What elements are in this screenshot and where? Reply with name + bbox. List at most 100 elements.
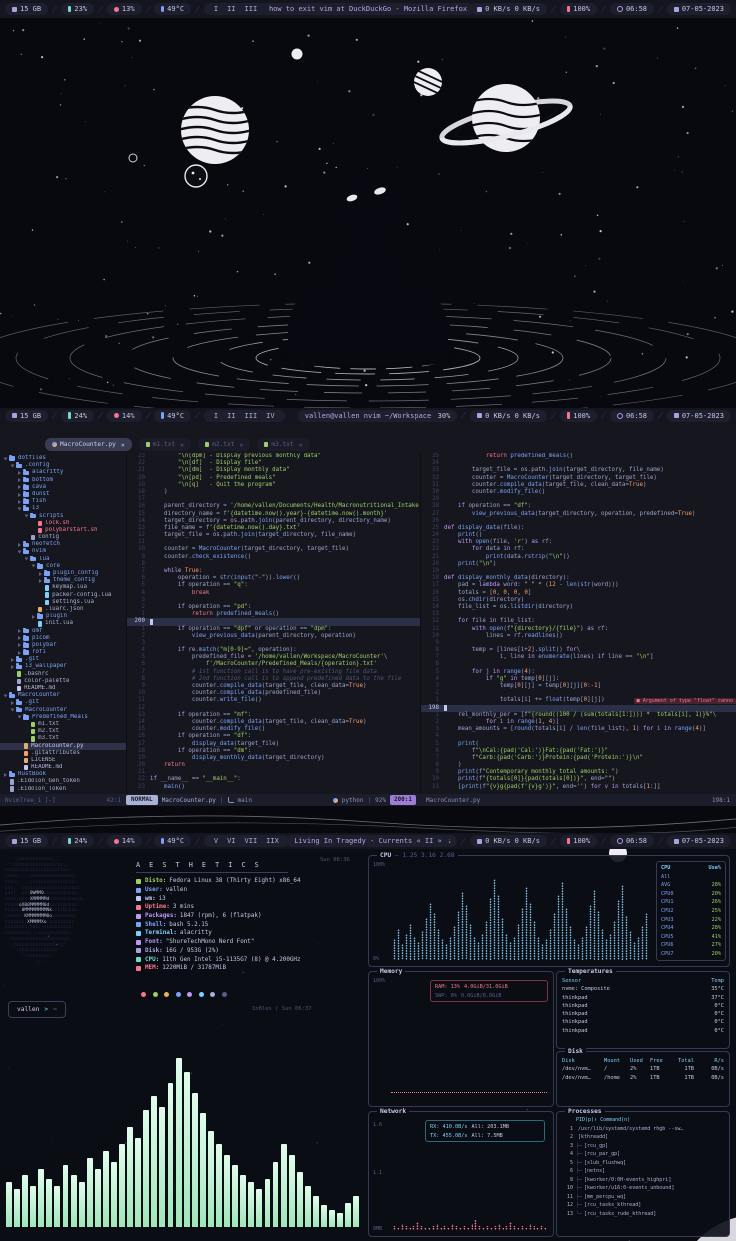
close-icon[interactable]: × — [299, 441, 303, 449]
network-speed-module[interactable]: 0 KB/s 0 KB/s — [470, 3, 547, 15]
tree-item-bottom[interactable]: bottom — [0, 477, 126, 484]
tree-item-README.md[interactable]: README.md — [0, 764, 126, 771]
tree-item-scripts[interactable]: scripts — [0, 513, 126, 520]
calendar-module[interactable]: 07-05-2023 — [667, 410, 731, 422]
tree-item-cava[interactable]: cava — [0, 484, 126, 491]
network-speed-module[interactable]: 0 KB/s 0 KB/s — [470, 410, 547, 422]
tree-item-m2.txt[interactable]: m2.txt — [0, 728, 126, 735]
ram-module[interactable]: 15 GB — [5, 410, 48, 422]
tree-item-.git[interactable]: .git — [0, 656, 126, 663]
process-row[interactable]: 4├─[rcu_par_gp] — [557, 1150, 729, 1159]
workspace-vi[interactable]: VI — [227, 837, 235, 845]
tree-item-fish[interactable]: fish — [0, 498, 126, 505]
thermometer-module[interactable]: 49°C — [154, 3, 191, 15]
clock-module[interactable]: 06:58 — [610, 410, 654, 422]
process-row[interactable]: 1/usr/lib/systemd/systemd rhgb --sw… — [557, 1125, 729, 1134]
battery-full-module[interactable]: 100% — [560, 835, 597, 847]
close-icon[interactable]: × — [239, 441, 243, 449]
process-row[interactable]: 5├─[slub_flushwq] — [557, 1159, 729, 1168]
workspace-iix[interactable]: IIX — [266, 837, 279, 845]
shell-prompt[interactable]: vallen > ~ — [8, 1001, 66, 1018]
tree-item-neofetch[interactable]: neofetch — [0, 541, 126, 548]
battery-full-module[interactable]: 100% — [560, 3, 597, 15]
process-row[interactable]: 13└─[rcu_tasks_rude_kthread] — [557, 1210, 729, 1219]
process-row[interactable]: 10├─[kworker/u16:0-events_unbound] — [557, 1184, 729, 1193]
battery-module[interactable]: 23% — [61, 3, 94, 15]
tree-item-color-palette[interactable]: color-palette — [0, 678, 126, 685]
network-speed-module[interactable]: 0 KB/s 0 KB/s — [470, 835, 547, 847]
workspace-i[interactable]: I — [214, 5, 218, 13]
tree-item-README.md[interactable]: README.md — [0, 685, 126, 692]
tree-item-MacroCounter.py[interactable]: MacroCounter.py — [0, 743, 126, 750]
process-row[interactable]: 12├─[rcu_tasks_kthread] — [557, 1201, 729, 1210]
cpu-module[interactable]: 14% — [107, 835, 142, 847]
workspace-ii[interactable]: II — [227, 5, 235, 13]
calendar-module[interactable]: 07-05-2023 — [667, 835, 731, 847]
buffer-tab-m1.txt[interactable]: m1.txt× — [139, 438, 191, 451]
tree-item-init.lua[interactable]: init.lua — [0, 620, 126, 627]
workspace-iii[interactable]: III — [245, 412, 258, 420]
process-row[interactable]: 11├─[mm_percpu_wq] — [557, 1193, 729, 1202]
tree-item-lua[interactable]: lua — [0, 556, 126, 563]
workspace-vii[interactable]: VII — [245, 837, 258, 845]
tree-item-nvim[interactable]: nvim — [0, 548, 126, 555]
tree-item-settings.lua[interactable]: settings.lua — [0, 599, 126, 606]
tree-item-.config[interactable]: .config — [0, 462, 126, 469]
tree-item-plugin[interactable]: plugin — [0, 613, 126, 620]
tree-item-MacroCounter[interactable]: MacroCounter — [0, 707, 126, 714]
cpu-module[interactable]: 13% — [107, 3, 142, 15]
tree-item-rofi[interactable]: rofi — [0, 649, 126, 656]
tree-item-polybar[interactable]: polybar — [0, 642, 126, 649]
thermometer-module[interactable]: 49°C — [154, 835, 191, 847]
clock-module[interactable]: 06:58 — [610, 3, 654, 15]
tree-item-i3[interactable]: i3 — [0, 505, 126, 512]
tree-item-alacritty[interactable]: alacritty — [0, 469, 126, 476]
tree-item-RustBook[interactable]: RustBook — [0, 771, 126, 778]
tree-item-.bashrc[interactable]: .bashrc — [0, 671, 126, 678]
tree-item-lock.sh[interactable]: lock.sh — [0, 520, 126, 527]
tree-item-packer-config.lua[interactable]: packer-config.lua — [0, 592, 126, 599]
workspace-i[interactable]: I — [214, 412, 218, 420]
battery-module[interactable]: 24% — [61, 835, 94, 847]
battery-module[interactable]: 24% — [61, 410, 94, 422]
tree-item-.git[interactable]: .git — [0, 699, 126, 706]
code-pane-right[interactable]: 35 return predefined_meals()3433 target_… — [420, 453, 736, 794]
buffer-tab-m2.txt[interactable]: m2.txt× — [198, 438, 250, 451]
cpu-module[interactable]: 14% — [107, 410, 142, 422]
battery-full-module[interactable]: 100% — [560, 410, 597, 422]
nvim-tree[interactable]: dotfiles.configalacrittybottomcavadunstf… — [0, 455, 126, 794]
tree-item-config[interactable]: config — [0, 534, 126, 541]
tree-item-dotfiles[interactable]: dotfiles — [0, 455, 126, 462]
tree-item-.gitattributes[interactable]: .gitattributes — [0, 750, 126, 757]
tree-item-MacroCounter[interactable]: MacroCounter — [0, 692, 126, 699]
process-row[interactable]: 8├─[kworker/0:0H-events_highpri] — [557, 1176, 729, 1185]
workspace-ii[interactable]: II — [227, 412, 235, 420]
tree-item-LICENSE[interactable]: LICENSE — [0, 757, 126, 764]
tree-item-i3_wallpaper[interactable]: i3_wallpaper — [0, 663, 126, 670]
ram-module[interactable]: 15 GB — [5, 3, 48, 15]
tree-item-Predefined_Meals[interactable]: Predefined_Meals — [0, 714, 126, 721]
close-icon[interactable]: × — [121, 441, 125, 449]
thermometer-module[interactable]: 49°C — [154, 410, 191, 422]
tree-item-dunst[interactable]: dunst — [0, 491, 126, 498]
buffer-tab-m3.txt[interactable]: m3.txt× — [257, 438, 309, 451]
ram-module[interactable]: 15 GB — [5, 835, 48, 847]
tree-item-m3.txt[interactable]: m3.txt — [0, 735, 126, 742]
workspace-v[interactable]: V — [214, 837, 218, 845]
tree-item-plugin_config[interactable]: plugin_config — [0, 570, 126, 577]
buffer-tab-MacroCounter.py[interactable]: MacroCounter.py× — [45, 438, 132, 451]
tree-item-omf[interactable]: omf — [0, 628, 126, 635]
workspace-iii[interactable]: III — [245, 5, 258, 13]
tree-item-polybarstart.sh[interactable]: polybarstart.sh — [0, 527, 126, 534]
calendar-module[interactable]: 07-05-2023 — [667, 3, 731, 15]
process-row[interactable]: 2[kthreadd] — [557, 1133, 729, 1142]
tree-item-keymap.lua[interactable]: keymap.lua — [0, 584, 126, 591]
process-row[interactable]: 3├─[rcu_gp] — [557, 1142, 729, 1151]
tree-item-m1.txt[interactable]: m1.txt — [0, 721, 126, 728]
tree-item-theme_config[interactable]: theme_config — [0, 577, 126, 584]
tree-item-.Eidolon_Gen_token[interactable]: .Eidolon_Gen_token — [0, 778, 126, 785]
code-pane-left[interactable]: 23 "\n[dpm] - Display previous monthly d… — [126, 453, 421, 794]
workspace-iv[interactable]: IV — [266, 412, 274, 420]
tree-item-picom[interactable]: picom — [0, 635, 126, 642]
tree-item-.luarc.json[interactable]: .luarc.json — [0, 606, 126, 613]
